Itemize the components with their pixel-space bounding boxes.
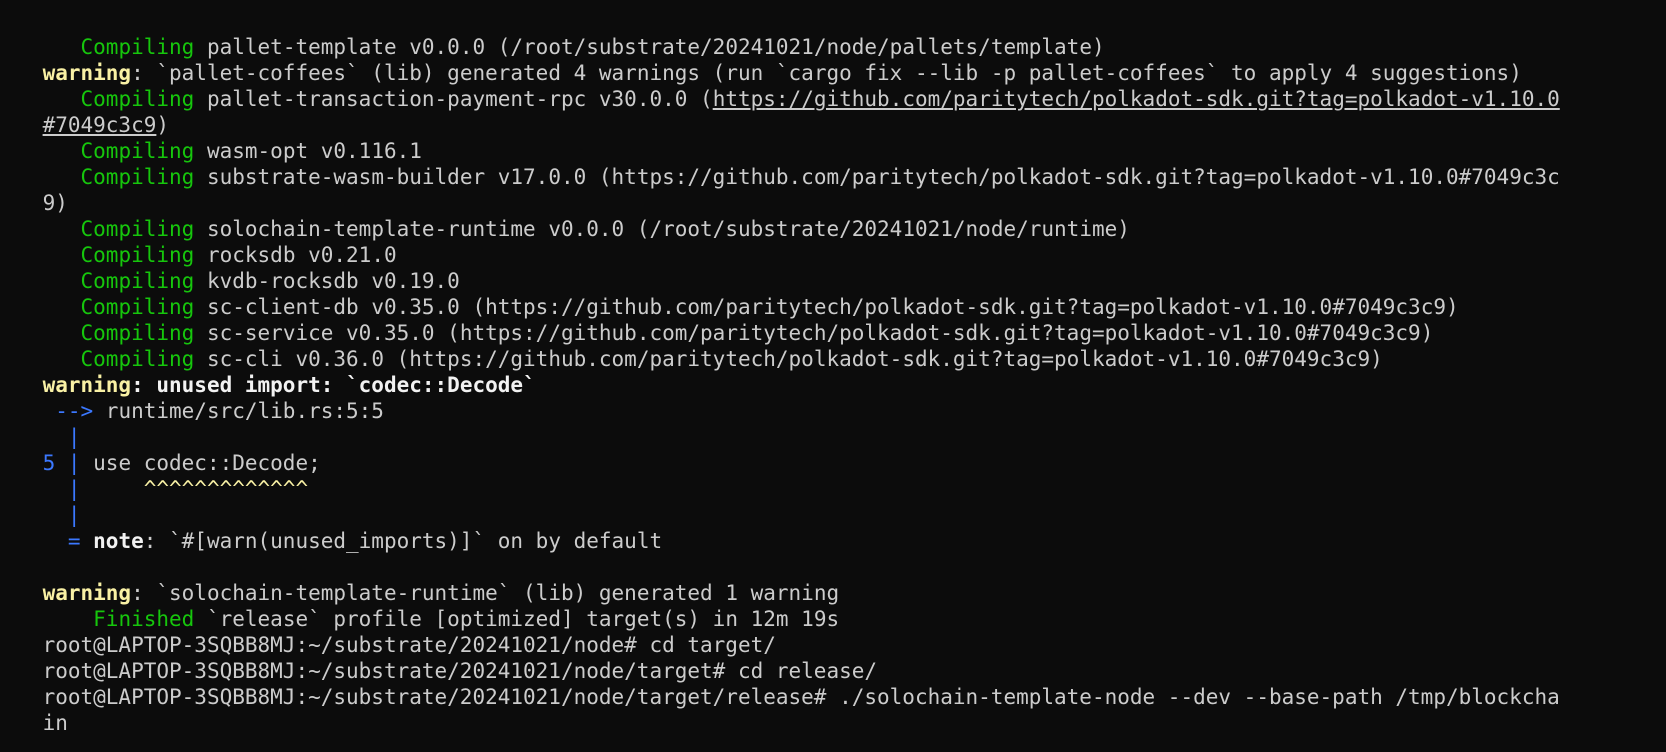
shell-prompt-line: root@LAPTOP-3SQBB8MJ:~/substrate/2024102… <box>0 632 877 683</box>
terminal-line: 9) <box>0 164 68 215</box>
shell-prompt-line: root@LAPTOP-3SQBB8MJ:~/substrate/2024102… <box>0 658 1560 709</box>
terminal-line: Compiling solochain-template-runtime v0.… <box>0 190 1130 241</box>
terminal-line: Compiling substrate-wasm-builder v17.0.0… <box>0 138 1560 189</box>
line-text: pallet-transaction-payment-rpc v30.0.0 ( <box>194 87 713 111</box>
terminal-line: --> runtime/src/lib.rs:5:5 <box>0 372 384 423</box>
shell-prompt-line: in <box>0 684 68 735</box>
terminal-line: Finished `release` profile [optimized] t… <box>0 580 839 631</box>
terminal-line: 5 | use codec::Decode; <box>0 424 321 475</box>
error-caret: ^^^^^^^^^^^^^ <box>80 477 309 501</box>
line-text: runtime/src/lib.rs:5:5 <box>93 399 384 423</box>
terminal-line: | <box>0 476 81 527</box>
terminal-line: | <box>0 398 81 449</box>
terminal-url-link[interactable]: https://github.com/paritytech/polkadot-s… <box>713 87 1560 111</box>
terminal-line: Compiling sc-service v0.35.0 (https://gi… <box>0 294 1434 345</box>
line-text: substrate-wasm-builder v17.0.0 (https://… <box>194 165 1560 189</box>
line-text: root@LAPTOP-3SQBB8MJ:~/substrate/2024102… <box>42 685 1560 709</box>
terminal-line: warning: `solochain-template-runtime` (l… <box>0 554 840 605</box>
terminal-line: Compiling pallet-template v0.0.0 (/root/… <box>0 8 1105 59</box>
terminal-window[interactable]: Compiling pallet-template v0.0.0 (/root/… <box>0 0 1666 752</box>
terminal-line: Compiling sc-client-db v0.35.0 (https://… <box>0 268 1459 319</box>
terminal-line: = note: `#[warn(unused_imports)]` on by … <box>0 502 662 553</box>
note-keyword: note <box>80 529 144 553</box>
terminal-line: Compiling kvdb-rocksdb v0.19.0 <box>0 242 460 293</box>
terminal-line: | ^^^^^^^^^^^^^ <box>0 450 308 501</box>
terminal-line: warning: `pallet-coffees` (lib) generate… <box>0 34 1522 85</box>
terminal-line: Compiling wasm-opt v0.116.1 <box>0 112 422 163</box>
terminal-line: Compiling sc-cli v0.36.0 (https://github… <box>0 320 1383 371</box>
shell-prompt-line: root@LAPTOP-3SQBB8MJ:~/substrate/2024102… <box>0 606 776 657</box>
compiling-keyword: Compiling <box>80 165 195 189</box>
terminal-line: Compiling pallet-transaction-payment-rpc… <box>0 60 1560 111</box>
terminal-line: #7049c3c9) <box>0 86 169 137</box>
terminal-line: Compiling rocksdb v0.21.0 <box>0 216 397 267</box>
line-text: in <box>42 711 68 735</box>
line-text: : `#[warn(unused_imports)]` on by defaul… <box>143 529 663 553</box>
terminal-line: warning: unused import: `codec::Decode` <box>0 346 536 397</box>
gutter-equals: = <box>42 529 81 553</box>
